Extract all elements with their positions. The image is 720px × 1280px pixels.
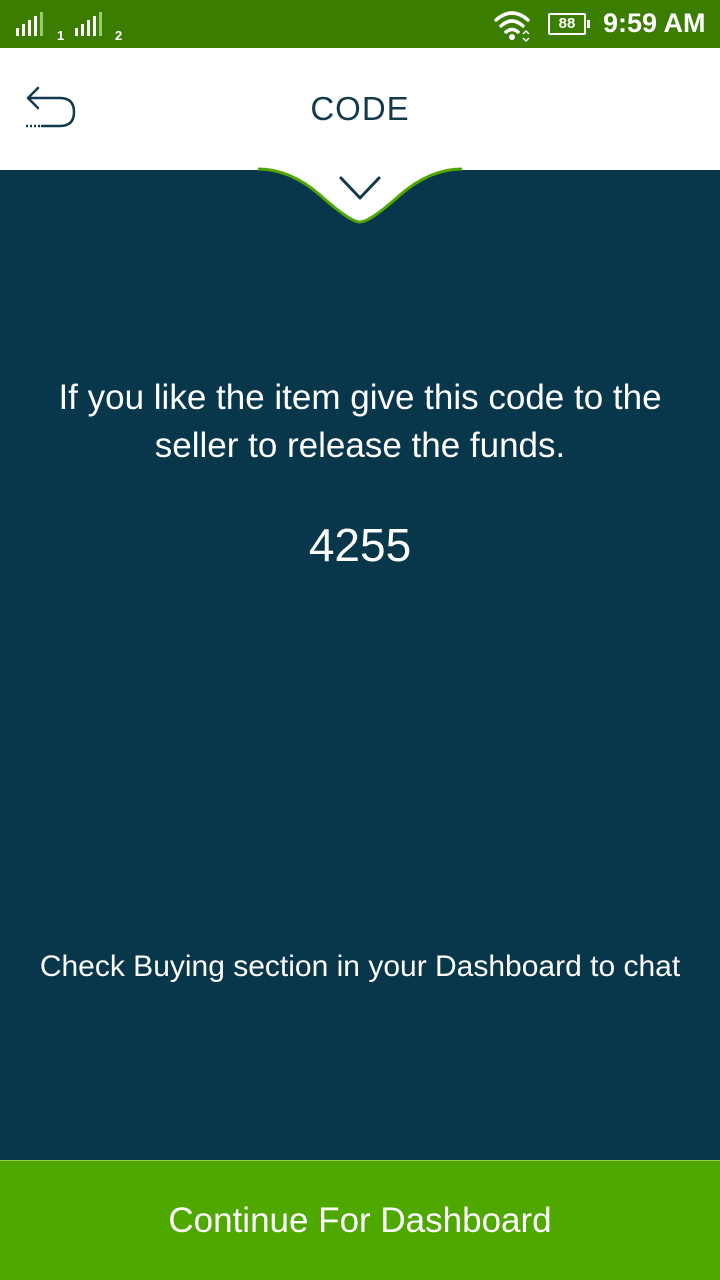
release-message: If you like the item give this code to t…	[58, 378, 662, 465]
app-header: CODE	[0, 48, 720, 170]
page-title: CODE	[310, 90, 410, 127]
continue-dashboard-button[interactable]: Continue For Dashboard	[0, 1160, 720, 1280]
wifi-icon	[492, 8, 532, 47]
sim2-label: 2	[115, 28, 123, 43]
status-time: 9:59 AM	[603, 8, 706, 38]
release-code: 4255	[308, 519, 412, 571]
battery-icon: 88	[548, 13, 590, 35]
dashboard-hint: Check Buying section in your Dashboard t…	[39, 950, 681, 983]
signal-icon	[73, 12, 107, 38]
chevron-down-icon[interactable]	[338, 174, 382, 204]
sim1-label: 1	[57, 28, 65, 43]
signal-icon	[14, 12, 48, 38]
status-bar: 1 2 88 9:59 AM	[0, 0, 720, 48]
